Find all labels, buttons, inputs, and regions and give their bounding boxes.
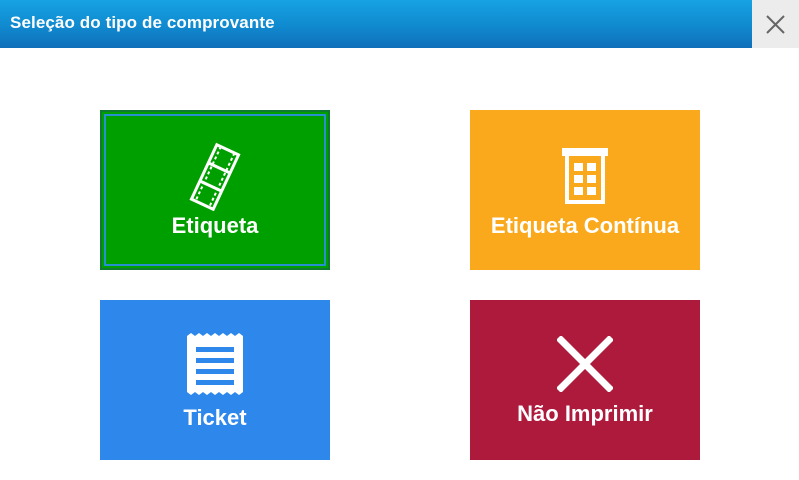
close-icon — [766, 15, 785, 34]
option-label: Ticket — [183, 405, 247, 430]
option-label: Etiqueta — [171, 213, 259, 238]
label-roll-icon — [562, 148, 608, 204]
receipt-icon — [187, 333, 243, 395]
film-strip-icon — [189, 142, 241, 212]
x-icon — [557, 336, 613, 392]
title-bar: Seleção do tipo de comprovante — [0, 0, 752, 48]
option-label: Não Imprimir — [517, 401, 653, 426]
option-ticket[interactable]: Ticket — [100, 300, 330, 460]
close-button[interactable] — [752, 0, 799, 48]
option-nao-imprimir[interactable]: Não Imprimir — [470, 300, 700, 460]
option-label: Etiqueta Contínua — [490, 213, 680, 238]
option-etiqueta-continua[interactable]: Etiqueta Contínua — [470, 110, 700, 270]
option-etiqueta[interactable]: Etiqueta — [100, 110, 330, 270]
dialog-title: Seleção do tipo de comprovante — [10, 13, 275, 32]
